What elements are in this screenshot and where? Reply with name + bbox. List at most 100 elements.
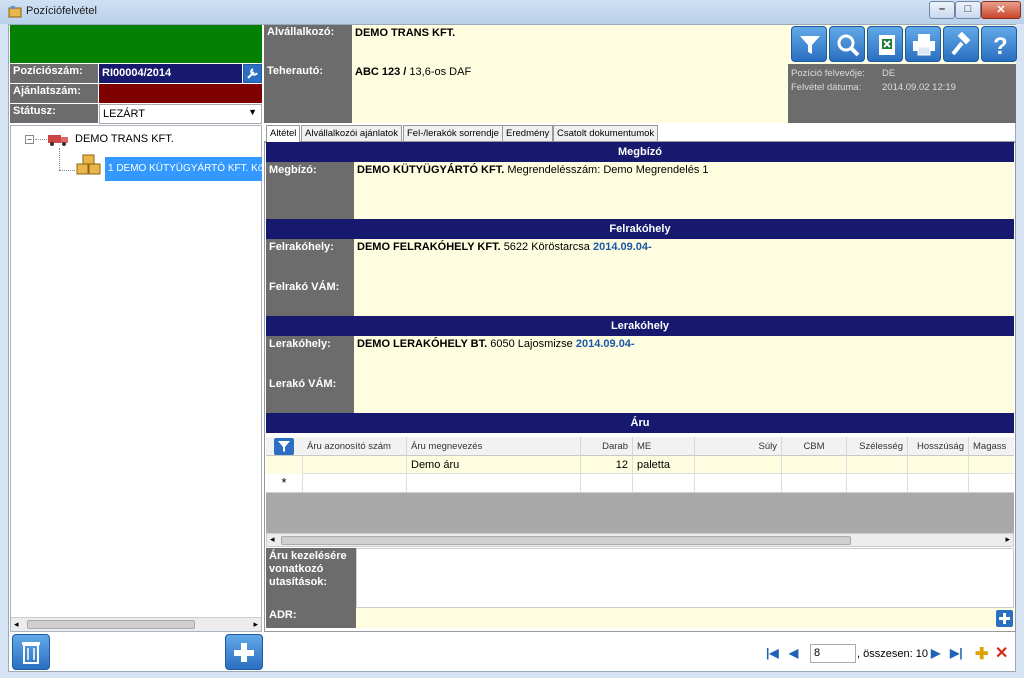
datum-value: 2014.09.02 12:19 bbox=[882, 82, 956, 93]
megbizo-order: Megrendelésszám: Demo Megrendelés 1 bbox=[507, 164, 709, 176]
megbizo-name: DEMO KÜTYÜGYÁRTÓ KFT. bbox=[357, 164, 505, 176]
minimize-button[interactable]: – bbox=[929, 1, 955, 19]
help-button[interactable]: ? bbox=[981, 26, 1017, 62]
new-cell[interactable] bbox=[633, 474, 695, 492]
filter-icon bbox=[278, 441, 290, 452]
close-button[interactable]: ✕ bbox=[981, 1, 1021, 19]
filter-button[interactable] bbox=[791, 26, 827, 62]
meta-panel: Pozíció felvevője: DE Felvétel dátuma: 2… bbox=[788, 64, 1016, 123]
new-cell[interactable] bbox=[782, 474, 847, 492]
cell-me[interactable]: paletta bbox=[633, 456, 695, 474]
statusz-value: LEZÁRT bbox=[103, 108, 145, 120]
trash-icon bbox=[22, 642, 40, 664]
col-header-darab[interactable]: Darab bbox=[581, 437, 633, 456]
tab-fel-lerakok-sorrendje[interactable]: Fel-/lerakók sorrendje bbox=[403, 125, 503, 141]
grid-filter-button[interactable] bbox=[274, 438, 294, 455]
ajanlatszam-field[interactable] bbox=[99, 84, 262, 103]
felrakohely-date: 2014.09.04- bbox=[592, 241, 652, 253]
scroll-left-icon[interactable]: ◂ bbox=[14, 619, 19, 630]
cell-hosszusag[interactable] bbox=[908, 456, 969, 474]
grid-hscrollbar[interactable]: ◂ ▸ bbox=[266, 533, 1014, 547]
col-header-hosszusag[interactable]: Hosszúság bbox=[908, 437, 969, 456]
cell-azon[interactable] bbox=[303, 456, 407, 474]
new-cell[interactable] bbox=[908, 474, 969, 492]
cell-darab[interactable]: 12 bbox=[581, 456, 633, 474]
search-icon bbox=[837, 34, 860, 57]
teherauto-plate: ABC 123 / bbox=[355, 66, 407, 78]
cell-suly[interactable] bbox=[695, 456, 782, 474]
add-position-button[interactable] bbox=[225, 634, 263, 670]
new-cell[interactable] bbox=[695, 474, 782, 492]
cell-megnevezes[interactable]: Demo áru bbox=[407, 456, 581, 474]
pozicioszam-value: RI00004/2014 bbox=[99, 64, 242, 83]
status-color-bar bbox=[10, 25, 262, 63]
help-icon: ? bbox=[993, 33, 1008, 58]
next-page-icon[interactable]: ▶ bbox=[931, 646, 940, 660]
tab-altetel[interactable]: Altétel bbox=[266, 125, 301, 142]
new-cell[interactable] bbox=[407, 474, 581, 492]
col-header-szelesseg[interactable]: Szélesség bbox=[847, 437, 908, 456]
statusz-select[interactable]: LEZÁRT ▼ bbox=[99, 104, 262, 124]
print-button[interactable] bbox=[905, 26, 941, 62]
scroll-thumb[interactable] bbox=[27, 620, 195, 629]
maximize-button[interactable]: □ bbox=[955, 1, 981, 19]
tree-child-item[interactable]: 1 DEMO KÜTYÜGYÁRTÓ KFT. Körö bbox=[105, 157, 262, 181]
lerako-vam-value bbox=[354, 376, 1014, 414]
tree-root-label[interactable]: DEMO TRANS KFT. bbox=[75, 133, 174, 145]
felrakohely-name: DEMO FELRAKÓHELY KFT. bbox=[357, 241, 501, 253]
new-cell[interactable] bbox=[581, 474, 633, 492]
scroll-right-icon[interactable]: ▸ bbox=[1005, 534, 1010, 545]
new-row[interactable]: * bbox=[266, 474, 1014, 493]
chevron-down-icon: ▼ bbox=[248, 107, 257, 117]
prev-page-icon[interactable]: ◀ bbox=[789, 646, 798, 660]
col-header-azon[interactable]: Áru azonosító szám bbox=[303, 437, 407, 456]
lerakohely-name: DEMO LERAKÓHELY BT. bbox=[357, 338, 488, 350]
lerakohely-label: Lerakóhely: bbox=[266, 336, 354, 376]
tab-alvallalkozoi-ajanlatok[interactable]: Alvállalkozói ajánlatok bbox=[301, 125, 402, 141]
tree-hscrollbar[interactable]: ◂ ▸ bbox=[11, 617, 261, 631]
megbizo-band: Megbízó bbox=[266, 142, 1014, 162]
adr-field[interactable] bbox=[356, 608, 1014, 628]
tools-button[interactable] bbox=[943, 26, 979, 62]
search-button[interactable] bbox=[829, 26, 865, 62]
pozicioszam-label: Pozíciószám: bbox=[10, 64, 98, 83]
felvevo-label: Pozíció felvevője: bbox=[791, 68, 865, 79]
adr-add-button[interactable] bbox=[996, 610, 1013, 627]
excel-export-button[interactable] bbox=[867, 26, 903, 62]
felrako-vam-value bbox=[354, 279, 1014, 317]
col-header-suly[interactable]: Súly bbox=[695, 437, 782, 456]
col-header-magassag[interactable]: Magass bbox=[969, 437, 1014, 456]
new-cell[interactable] bbox=[847, 474, 908, 492]
delete-record-icon[interactable]: ✕ bbox=[995, 643, 1008, 663]
lerakohely-value: DEMO LERAKÓHELY BT. 6050 Lajosmizse 2014… bbox=[354, 336, 1014, 376]
first-page-icon[interactable]: |◀ bbox=[766, 646, 779, 660]
delete-button[interactable] bbox=[12, 634, 50, 670]
kezeles-field[interactable] bbox=[356, 548, 1014, 608]
cell-cbm[interactable] bbox=[782, 456, 847, 474]
col-header-megnevezes[interactable]: Áru megnevezés bbox=[407, 437, 581, 456]
tab-csatolt-dokumentumok[interactable]: Csatolt dokumentumok bbox=[553, 125, 659, 141]
pager-current-input[interactable]: 8 bbox=[810, 644, 856, 663]
position-tree[interactable]: − DEMO TRANS KFT. 1 DEMO KÜTYÜGYÁRTÓ KFT… bbox=[10, 125, 262, 632]
lerako-vam-label: Lerakó VÁM: bbox=[266, 376, 354, 414]
tab-eredmeny[interactable]: Eredmény bbox=[502, 125, 554, 141]
cell-szelesseg[interactable] bbox=[847, 456, 908, 474]
wrench-icon[interactable] bbox=[243, 64, 262, 83]
col-header-me[interactable]: ME bbox=[633, 437, 695, 456]
scroll-left-icon[interactable]: ◂ bbox=[270, 534, 275, 545]
tree-line bbox=[59, 170, 75, 171]
hammer-icon bbox=[951, 32, 971, 56]
tree-line bbox=[59, 148, 60, 170]
teherauto-type: 13,6-os DAF bbox=[409, 66, 472, 78]
scroll-right-icon[interactable]: ▸ bbox=[253, 619, 258, 630]
tree-collapse-toggle[interactable]: − bbox=[25, 135, 34, 144]
window-title: Pozíciófelvétel bbox=[26, 5, 97, 17]
excel-icon bbox=[879, 35, 895, 55]
col-header-cbm[interactable]: CBM bbox=[782, 437, 847, 456]
scroll-thumb[interactable] bbox=[281, 536, 851, 545]
last-page-icon[interactable]: ▶| bbox=[950, 646, 963, 660]
row-header[interactable] bbox=[266, 456, 303, 474]
new-cell[interactable] bbox=[303, 474, 407, 492]
table-row[interactable]: Demo áru 12 paletta bbox=[266, 456, 1014, 474]
add-record-icon[interactable]: ✚ bbox=[975, 644, 988, 664]
